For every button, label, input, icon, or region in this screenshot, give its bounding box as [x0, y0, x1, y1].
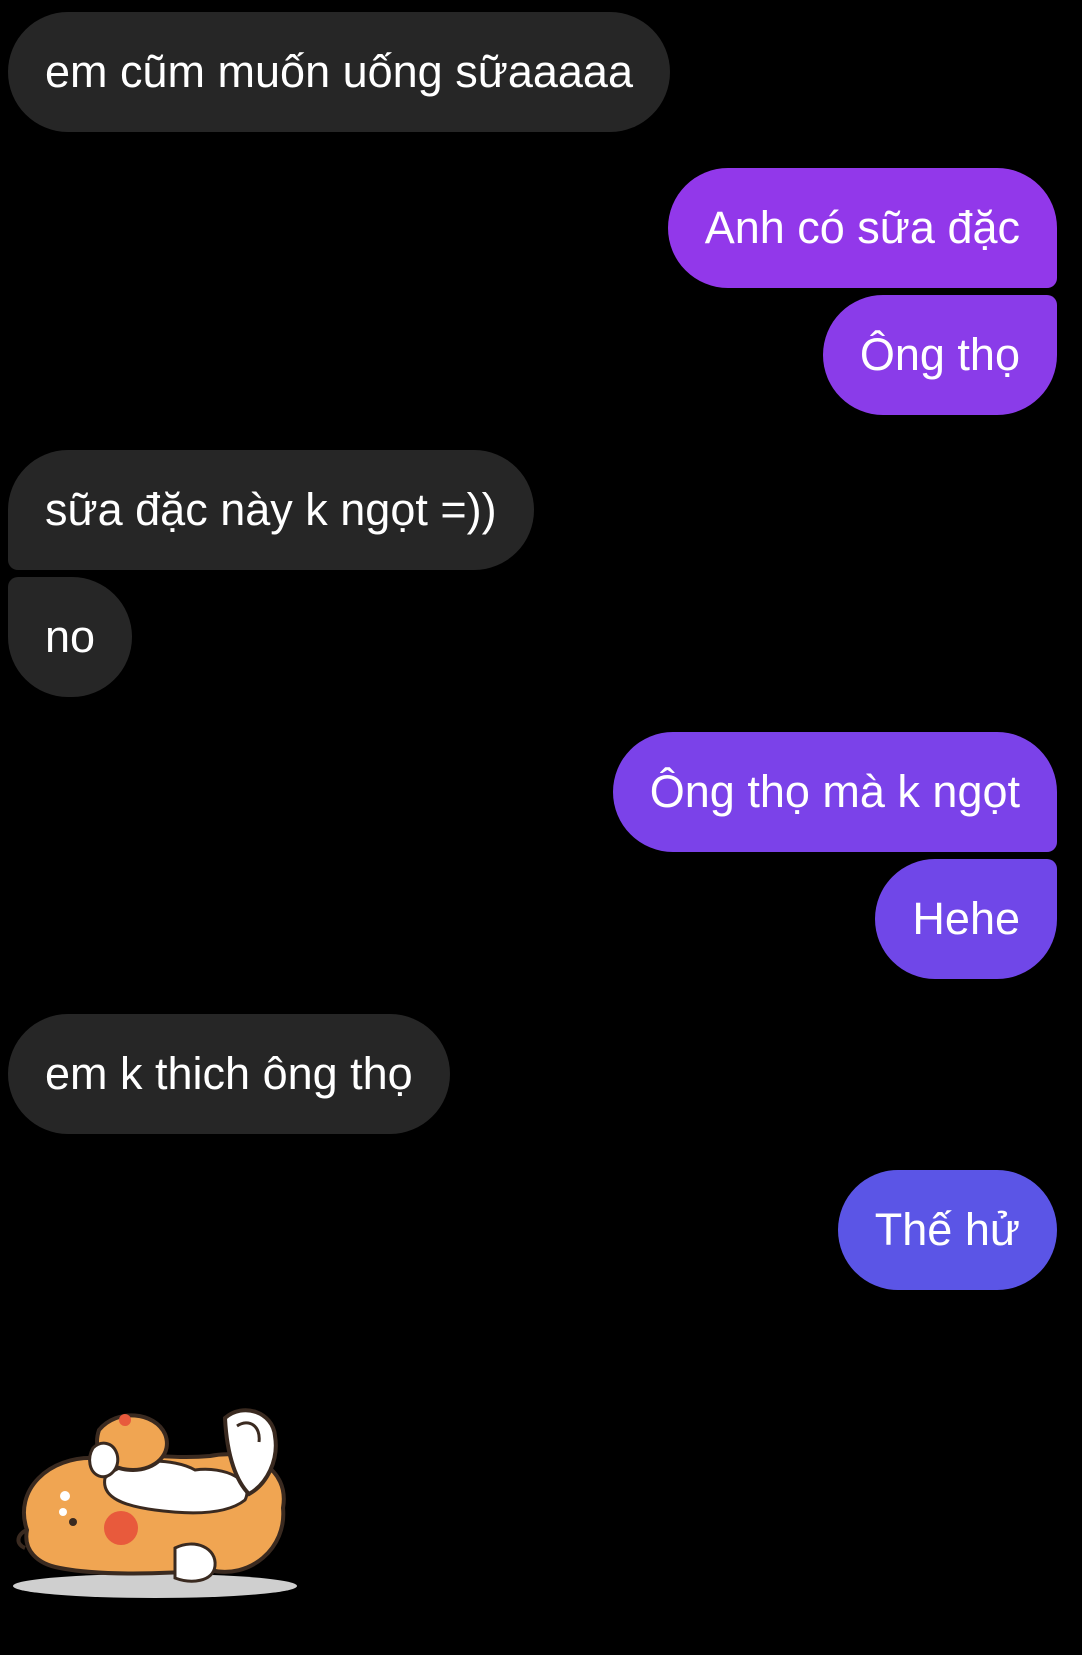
message-bubble-sent[interactable]: Thế hử — [837, 1170, 1057, 1290]
message-bubble-sent[interactable]: Ông thọ — [822, 295, 1057, 415]
message-bubble-received[interactable]: no — [8, 577, 133, 697]
message-bubble-received[interactable]: em cũm muốn uống sữaaaaa — [8, 12, 670, 132]
message-bubble-sent[interactable]: Ông thọ mà k ngọt — [612, 732, 1057, 852]
message-bubble-received[interactable]: em k thich ông thọ — [8, 1014, 450, 1134]
message-text: Ông thọ mà k ngọt — [649, 766, 1020, 817]
message-text: em k thich ông thọ — [45, 1048, 413, 1099]
message-text: sữa đặc này k ngọt =)) — [45, 484, 497, 535]
message-text: Thế hử — [874, 1204, 1020, 1255]
shiba-dog-sticker-graphic — [13, 1408, 297, 1598]
message-text: Hehe — [912, 893, 1020, 944]
message-bubble-received[interactable]: sữa đặc này k ngọt =)) — [8, 450, 534, 570]
message-text: em cũm muốn uống sữaaaaa — [45, 46, 633, 97]
message-text: no — [45, 611, 96, 662]
message-bubble-sent[interactable]: Hehe — [875, 859, 1057, 979]
shiba-dog-sticker-icon[interactable] — [5, 1398, 305, 1598]
message-text: Anh có sữa đặc — [704, 202, 1020, 253]
message-bubble-sent[interactable]: Anh có sữa đặc — [667, 168, 1057, 288]
message-text: Ông thọ — [859, 329, 1020, 380]
